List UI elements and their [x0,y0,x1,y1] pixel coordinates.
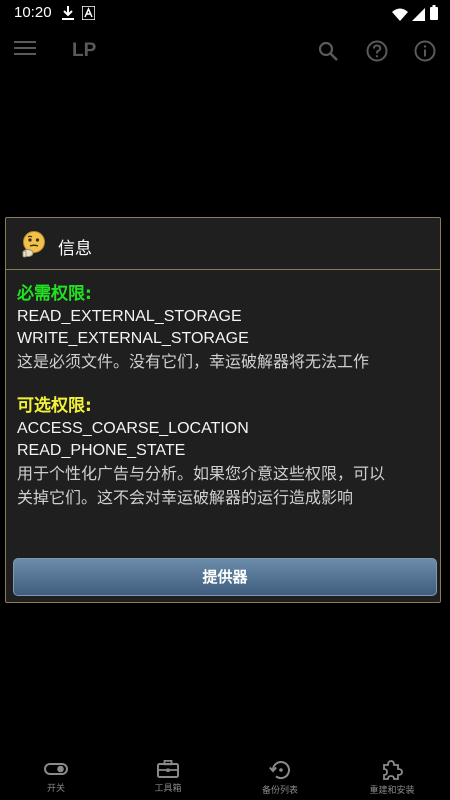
provider-button[interactable]: 提供器 [13,558,437,596]
signal-icon [412,6,425,25]
screen: 10:20 LP 信息 必需权限: READ_EXTERNAL_STORAGE … [0,0,450,800]
nav-label: 备份列表 [261,786,298,796]
bottom-nav: 开关 工具箱 备份列表 重建和安装 [0,752,450,800]
optional-permissions-heading: 可选权限: [17,396,92,416]
info-icon[interactable] [414,40,436,66]
nav-label: 重建和安装 [369,786,415,796]
dialog-title: 信息 [58,239,92,259]
font-icon [81,5,96,24]
search-icon[interactable] [318,41,338,65]
help-icon[interactable] [366,40,388,66]
nav-item-toolbox[interactable]: 工具箱 [112,752,224,800]
status-time: 10:20 [14,4,52,21]
nav-label: 开关 [46,784,65,794]
wifi-icon [392,6,408,25]
optional-permission-item: READ_PHONE_STATE [17,442,186,459]
optional-permission-item: ACCESS_COARSE_LOCATION [17,420,249,437]
battery-icon [430,5,438,24]
optional-permissions-description: 关掉它们。这不会对幸运破解器的运行造成影响 [17,488,354,507]
app-title: LP [72,40,97,61]
app-bar: LP [0,26,450,82]
nav-item-rebuild-install[interactable]: 重建和安装 [336,752,448,800]
nav-item-backup-list[interactable]: 备份列表 [224,752,336,800]
required-permissions-heading: 必需权限: [17,284,92,304]
menu-icon[interactable] [14,40,36,60]
status-bar: 10:20 [0,0,450,26]
dialog-header: 信息 [6,218,440,270]
restore-icon [269,761,290,780]
toggle-icon [44,763,68,775]
download-icon [62,5,74,24]
puzzle-icon [383,760,403,780]
nav-label: 工具箱 [154,784,182,794]
thinking-face-icon [20,230,46,262]
toolbox-icon [157,760,179,778]
required-permission-item: READ_EXTERNAL_STORAGE [17,308,242,325]
dialog-body: 必需权限: READ_EXTERNAL_STORAGE WRITE_EXTERN… [17,282,432,510]
nav-item-toggle[interactable]: 开关 [0,752,112,800]
required-permission-item: WRITE_EXTERNAL_STORAGE [17,330,249,347]
required-permissions-description: 这是必须文件。没有它们，幸运破解器将无法工作 [17,352,370,371]
optional-permissions-description: 用于个性化广告与分析。如果您介意这些权限，可以 [17,464,386,483]
info-dialog: 信息 必需权限: READ_EXTERNAL_STORAGE WRITE_EXT… [5,217,441,603]
